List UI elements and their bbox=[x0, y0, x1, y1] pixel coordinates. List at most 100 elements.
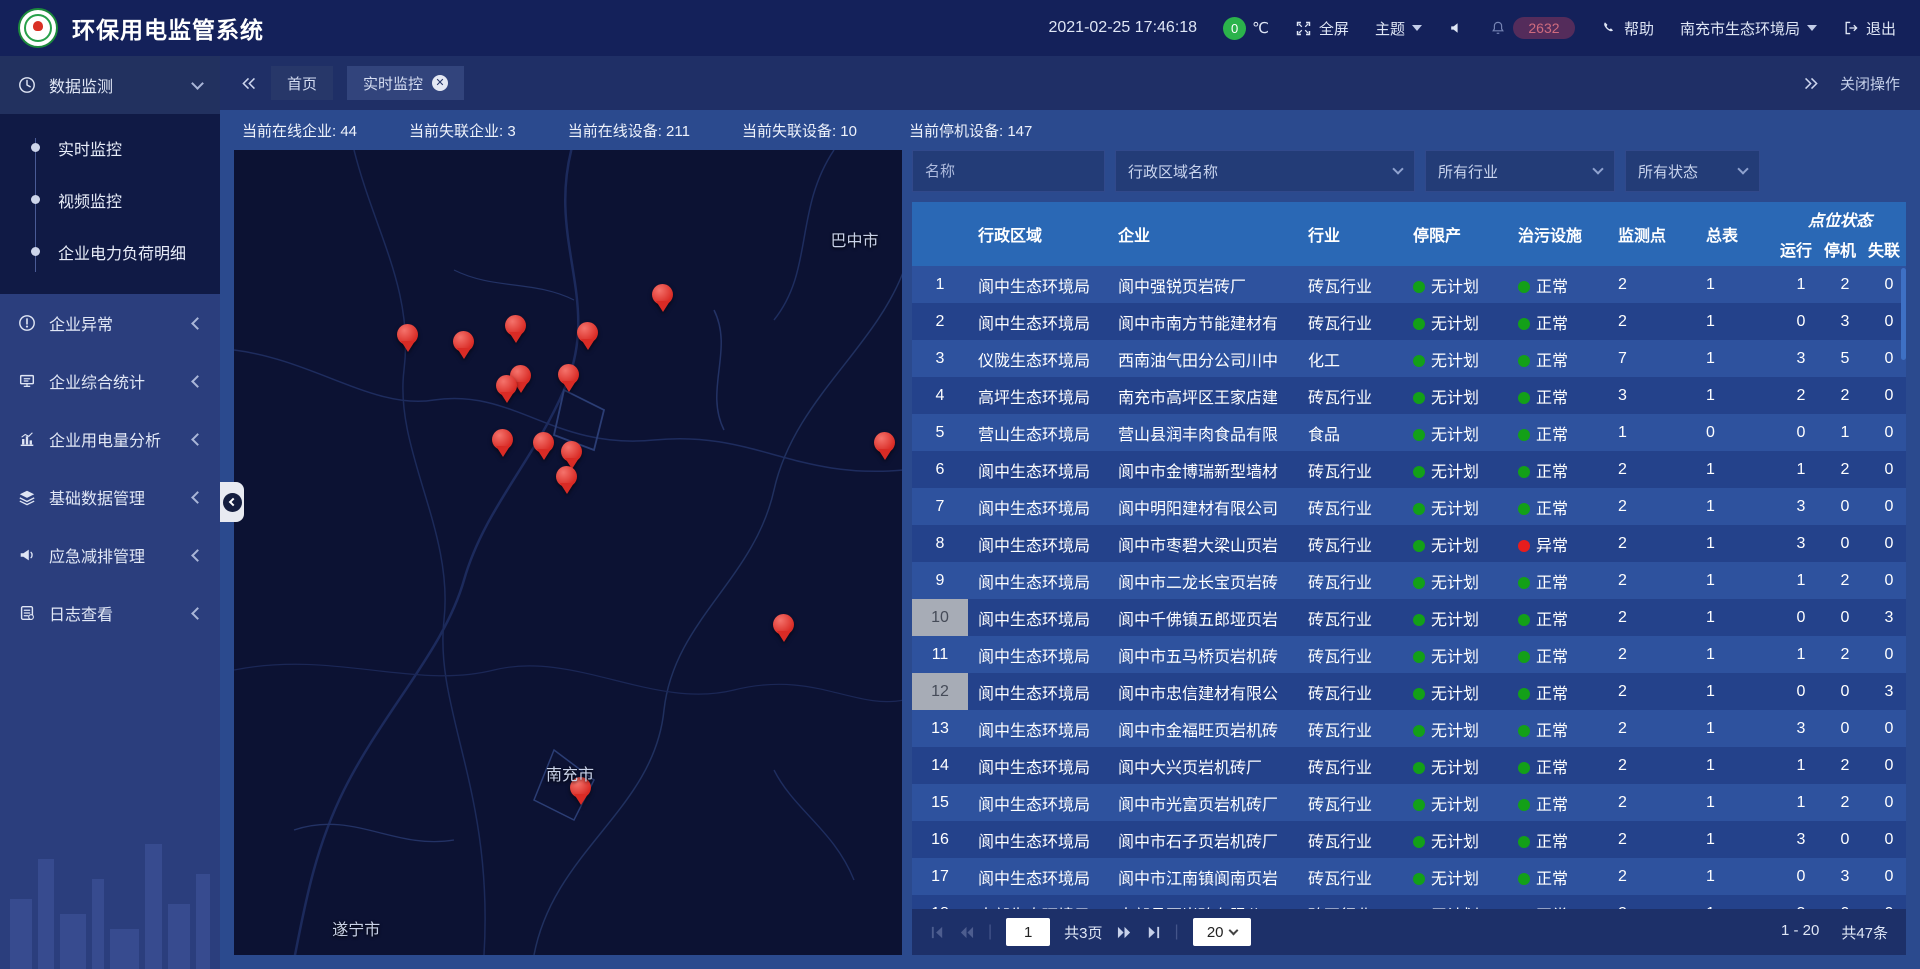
location-pin-icon[interactable] bbox=[533, 432, 555, 463]
cell-disconnected: 0 bbox=[1862, 350, 1906, 368]
last-page-button[interactable] bbox=[1146, 925, 1161, 940]
table-row[interactable]: 11阆中生态环境局阆中市五马桥页岩机砖砖瓦行业无计划正常21120 bbox=[912, 636, 1906, 673]
cell-disconnected: 0 bbox=[1862, 387, 1906, 405]
sidebar-subitem[interactable]: 企业电力负荷明细 bbox=[0, 226, 220, 278]
table-row[interactable]: 6阆中生态环境局阆中市金博瑞新型墙材砖瓦行业无计划正常21120 bbox=[912, 451, 1906, 488]
table-row[interactable]: 10阆中生态环境局阆中千佛镇五郎垭页岩砖瓦行业无计划正常21003 bbox=[912, 599, 1906, 636]
region-select[interactable]: 行政区域名称 bbox=[1115, 150, 1415, 192]
table-row[interactable]: 16阆中生态环境局阆中市石子页岩机砖厂砖瓦行业无计划正常21300 bbox=[912, 821, 1906, 858]
page-number-input[interactable] bbox=[1006, 918, 1050, 946]
cell-stopped: 2 bbox=[1818, 794, 1862, 812]
location-pin-icon[interactable] bbox=[558, 364, 580, 395]
fullscreen-button[interactable]: 全屏 bbox=[1295, 18, 1349, 39]
table-row[interactable]: 17阆中生态环境局阆中市江南镇阆南页岩砖瓦行业无计划正常21030 bbox=[912, 858, 1906, 895]
status-dot-icon bbox=[1518, 392, 1530, 404]
sidebar-item-data-monitor[interactable]: 数据监测 bbox=[0, 56, 220, 114]
table-header: 行政区域 企业 行业 停限产 治污设施 监测点 总表 点位状态 运行 bbox=[912, 202, 1906, 266]
sidebar-collapse-button[interactable] bbox=[220, 482, 244, 522]
table-row[interactable]: 12阆中生态环境局阆中市忠信建材有限公砖瓦行业无计划正常21003 bbox=[912, 673, 1906, 710]
notification-button[interactable]: 2632 bbox=[1490, 17, 1575, 39]
table-row[interactable]: 9阆中生态环境局阆中市二龙长宝页岩砖砖瓦行业无计划正常21120 bbox=[912, 562, 1906, 599]
theme-menu[interactable]: 主题 bbox=[1375, 18, 1422, 39]
table-row[interactable]: 15阆中生态环境局阆中市光富页岩机砖厂砖瓦行业无计划正常21120 bbox=[912, 784, 1906, 821]
table-row[interactable]: 8阆中生态环境局阆中市枣碧大梁山页岩砖瓦行业无计划异常21300 bbox=[912, 525, 1906, 562]
close-operations-button[interactable]: 关闭操作 bbox=[1840, 73, 1900, 94]
location-pin-icon[interactable] bbox=[556, 466, 578, 497]
city-label: 遂宁市 bbox=[332, 916, 380, 940]
table-row[interactable]: 14阆中生态环境局阆中大兴页岩机砖厂砖瓦行业无计划正常21120 bbox=[912, 747, 1906, 784]
table-row[interactable]: 3仪陇生态环境局西南油气田分公司川中化工无计划正常71350 bbox=[912, 340, 1906, 377]
page-size-select[interactable]: 20 bbox=[1193, 918, 1251, 946]
logout-button[interactable]: 退出 bbox=[1843, 18, 1896, 39]
map[interactable]: 巴中市南充市遂宁市 bbox=[234, 150, 902, 955]
tabs-scroll-left-icon[interactable] bbox=[240, 75, 257, 92]
cell-pollution-facility: 正常 bbox=[1508, 569, 1608, 593]
row-index: 16 bbox=[912, 821, 968, 858]
location-pin-icon[interactable] bbox=[397, 324, 419, 355]
sidebar-subitem[interactable]: 视频监控 bbox=[0, 174, 220, 226]
name-search-input[interactable] bbox=[912, 150, 1105, 192]
cell-industry: 砖瓦行业 bbox=[1298, 680, 1403, 704]
location-pin-icon[interactable] bbox=[874, 432, 896, 463]
location-pin-icon[interactable] bbox=[453, 331, 475, 362]
cell-running: 0 bbox=[1774, 683, 1818, 701]
location-pin-icon[interactable] bbox=[496, 375, 518, 406]
sidebar-item-emergency-mgmt[interactable]: 应急减排管理 bbox=[0, 526, 220, 584]
sidebar-item-enterprise-abnormal[interactable]: 企业异常 bbox=[0, 294, 220, 352]
location-pin-icon[interactable] bbox=[773, 614, 795, 645]
table-row[interactable]: 2阆中生态环境局阆中市南方节能建材有砖瓦行业无计划正常21030 bbox=[912, 303, 1906, 340]
table-row[interactable]: 4高坪生态环境局南充市高坪区王家店建砖瓦行业无计划正常31220 bbox=[912, 377, 1906, 414]
cell-industry: 砖瓦行业 bbox=[1298, 754, 1403, 778]
sidebar-item-enterprise-stats[interactable]: 企业综合统计 bbox=[0, 352, 220, 410]
next-page-button[interactable] bbox=[1117, 925, 1132, 940]
sidebar-item-power-analysis[interactable]: 企业用电量分析 bbox=[0, 410, 220, 468]
table-row[interactable]: 7阆中生态环境局阆中明阳建材有限公司砖瓦行业无计划正常21300 bbox=[912, 488, 1906, 525]
cell-company: 阆中市金博瑞新型墙材 bbox=[1108, 458, 1298, 482]
column-header-pollution-facility: 治污设施 bbox=[1508, 222, 1608, 246]
cell-industry: 砖瓦行业 bbox=[1298, 532, 1403, 556]
cell-stop-production: 无计划 bbox=[1403, 791, 1508, 815]
sidebar-item-base-data[interactable]: 基础数据管理 bbox=[0, 468, 220, 526]
previous-page-button[interactable] bbox=[959, 925, 974, 940]
cell-company: 阆中市忠信建材有限公 bbox=[1108, 680, 1298, 704]
status-dot-icon bbox=[1413, 614, 1425, 626]
column-header-company: 企业 bbox=[1108, 222, 1298, 246]
cell-pollution-facility: 正常 bbox=[1508, 384, 1608, 408]
location-pin-icon[interactable] bbox=[492, 429, 514, 460]
table-row[interactable]: 1阆中生态环境局阆中强锐页岩砖厂砖瓦行业无计划正常21120 bbox=[912, 266, 1906, 303]
stat-item: 当前失联设备: 10 bbox=[742, 120, 857, 141]
cell-stopped: 0 bbox=[1818, 535, 1862, 553]
help-button[interactable]: 帮助 bbox=[1601, 18, 1654, 39]
location-pin-icon[interactable] bbox=[652, 284, 674, 315]
sidebar-item-log-view[interactable]: 日志查看 bbox=[0, 584, 220, 642]
table-row[interactable]: 5营山生态环境局营山县润丰肉食品有限食品无计划正常10010 bbox=[912, 414, 1906, 451]
first-page-button[interactable] bbox=[930, 925, 945, 940]
tabs-scroll-right-icon[interactable] bbox=[1803, 75, 1820, 92]
table-row[interactable]: 13阆中生态环境局阆中市金福旺页岩机砖砖瓦行业无计划正常21300 bbox=[912, 710, 1906, 747]
cell-region: 阆中生态环境局 bbox=[968, 569, 1108, 593]
location-pin-icon[interactable] bbox=[577, 322, 599, 353]
cell-stop-production: 无计划 bbox=[1403, 421, 1508, 445]
location-pin-icon[interactable] bbox=[505, 315, 527, 346]
cell-disconnected: 0 bbox=[1862, 313, 1906, 331]
org-label: 南充市生态环境局 bbox=[1680, 18, 1800, 39]
cell-company: 阆中强锐页岩砖厂 bbox=[1108, 273, 1298, 297]
close-icon[interactable]: ✕ bbox=[432, 75, 448, 91]
mute-button[interactable] bbox=[1448, 20, 1464, 36]
tab-realtime-monitor[interactable]: 实时监控 ✕ bbox=[347, 66, 464, 100]
cell-pollution-facility: 正常 bbox=[1508, 458, 1608, 482]
table-scrollbar[interactable] bbox=[1901, 268, 1906, 360]
org-menu[interactable]: 南充市生态环境局 bbox=[1680, 18, 1817, 39]
sidebar-subitem[interactable]: 实时监控 bbox=[0, 122, 220, 174]
tab-home[interactable]: 首页 bbox=[271, 66, 333, 100]
cell-industry: 砖瓦行业 bbox=[1298, 791, 1403, 815]
industry-select[interactable]: 所有行业 bbox=[1425, 150, 1615, 192]
cell-industry: 食品 bbox=[1298, 421, 1403, 445]
status-dot-icon bbox=[1518, 429, 1530, 441]
cell-monitor-points: 3 bbox=[1608, 387, 1696, 405]
status-dot-icon bbox=[1518, 281, 1530, 293]
cell-monitor-points: 2 bbox=[1608, 609, 1696, 627]
status-dot-icon bbox=[1518, 355, 1530, 367]
status-dot-icon bbox=[1413, 651, 1425, 663]
status-select[interactable]: 所有状态 bbox=[1625, 150, 1760, 192]
